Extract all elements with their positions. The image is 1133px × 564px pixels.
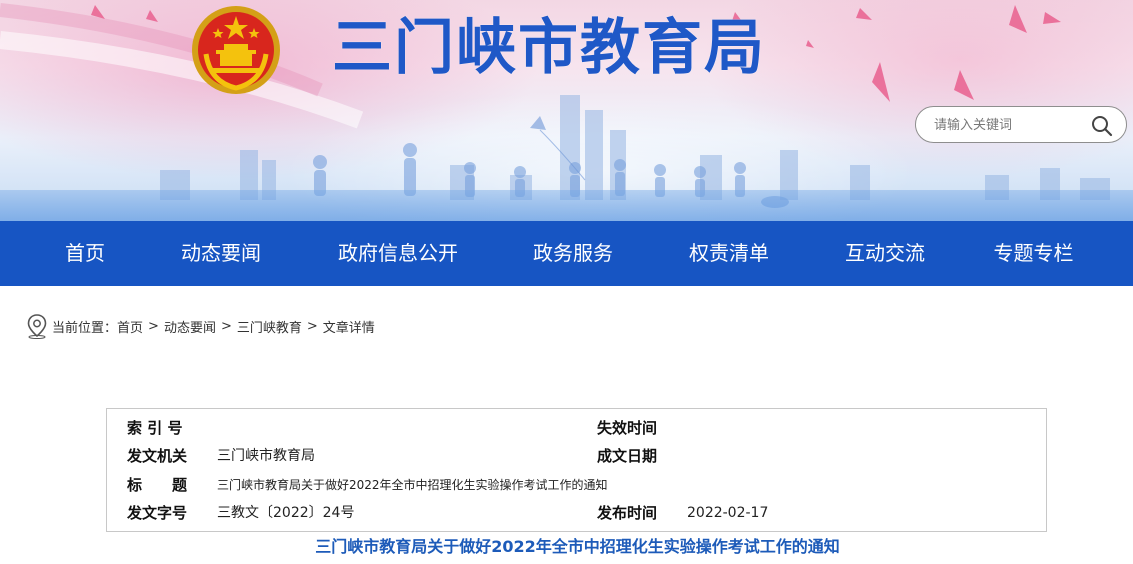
breadcrumb: 当前位置： 首页 > 动态要闻 > 三门峡教育 > 文章详情 <box>26 313 375 339</box>
breadcrumb-current: 文章详情 <box>322 320 375 336</box>
issuer-label: 发文机关 <box>127 447 188 465</box>
article-title: 三门峡市教育局关于做好2022年全市中招理化生实验操作考试工作的通知 <box>315 537 840 556</box>
nav-item-topics[interactable]: 专题专栏 <box>934 221 1133 286</box>
search-input[interactable] <box>934 114 1084 136</box>
nav-item-home[interactable]: 首页 <box>0 221 170 286</box>
info-row-title: 标 题 三门峡市教育局关于做好2022年全市中招理化生实验操作考试工作的通知 <box>107 471 1048 499</box>
title-value: 三门峡市教育局关于做好2022年全市中招理化生实验操作考试工作的通知 <box>217 478 608 492</box>
doc-no-value: 三教文〔2022〕24号 <box>217 505 355 521</box>
breadcrumb-separator: > <box>306 318 318 334</box>
breadcrumb-news[interactable]: 动态要闻 <box>164 317 216 336</box>
search-icon[interactable] <box>1090 114 1114 138</box>
doc-no-label: 发文字号 <box>127 504 188 522</box>
info-row-index: 索 引 号 失效时间 <box>107 414 1048 442</box>
breadcrumb-home[interactable]: 首页 <box>117 317 143 336</box>
breadcrumb-sanmenxia-education[interactable]: 三门峡教育 <box>237 317 302 336</box>
header-banner: 三门峡市教育局 <box>0 0 1133 221</box>
breadcrumb-prefix: 当前位置： <box>52 320 118 336</box>
nav-item-news[interactable]: 动态要闻 <box>170 221 272 286</box>
title-label: 标 题 <box>127 476 188 494</box>
nav-item-responsibilities[interactable]: 权责清单 <box>622 221 836 286</box>
info-row-issuer: 发文机关 三门峡市教育局 成文日期 <box>107 442 1048 470</box>
nav-item-gov-info[interactable]: 政府信息公开 <box>272 221 524 286</box>
info-row-doc-no: 发文字号 三教文〔2022〕24号 发布时间 2022-02-17 <box>107 499 1048 527</box>
breadcrumb-separator: > <box>148 318 159 334</box>
site-title: 三门峡市教育局 <box>332 13 766 83</box>
national-emblem-icon <box>192 6 280 94</box>
nav-item-services[interactable]: 政务服务 <box>524 221 622 286</box>
index-label: 索 引 号 <box>127 419 183 437</box>
search-box <box>915 106 1127 143</box>
expire-label: 失效时间 <box>597 419 658 437</box>
publish-value: 2022-02-17 <box>687 505 769 521</box>
nav-item-interaction[interactable]: 互动交流 <box>836 221 934 286</box>
document-info-table: 索 引 号 失效时间 发文机关 三门峡市教育局 成文日期 标 题 三门峡市教育局… <box>106 408 1047 532</box>
issuer-value: 三门峡市教育局 <box>217 448 315 464</box>
breadcrumb-separator: > <box>220 318 232 334</box>
publish-label: 发布时间 <box>597 504 658 522</box>
main-nav: 首页 动态要闻 政府信息公开 政务服务 权责清单 互动交流 专题专栏 <box>0 221 1133 286</box>
location-pin-icon <box>27 314 47 339</box>
created-label: 成文日期 <box>597 447 658 465</box>
